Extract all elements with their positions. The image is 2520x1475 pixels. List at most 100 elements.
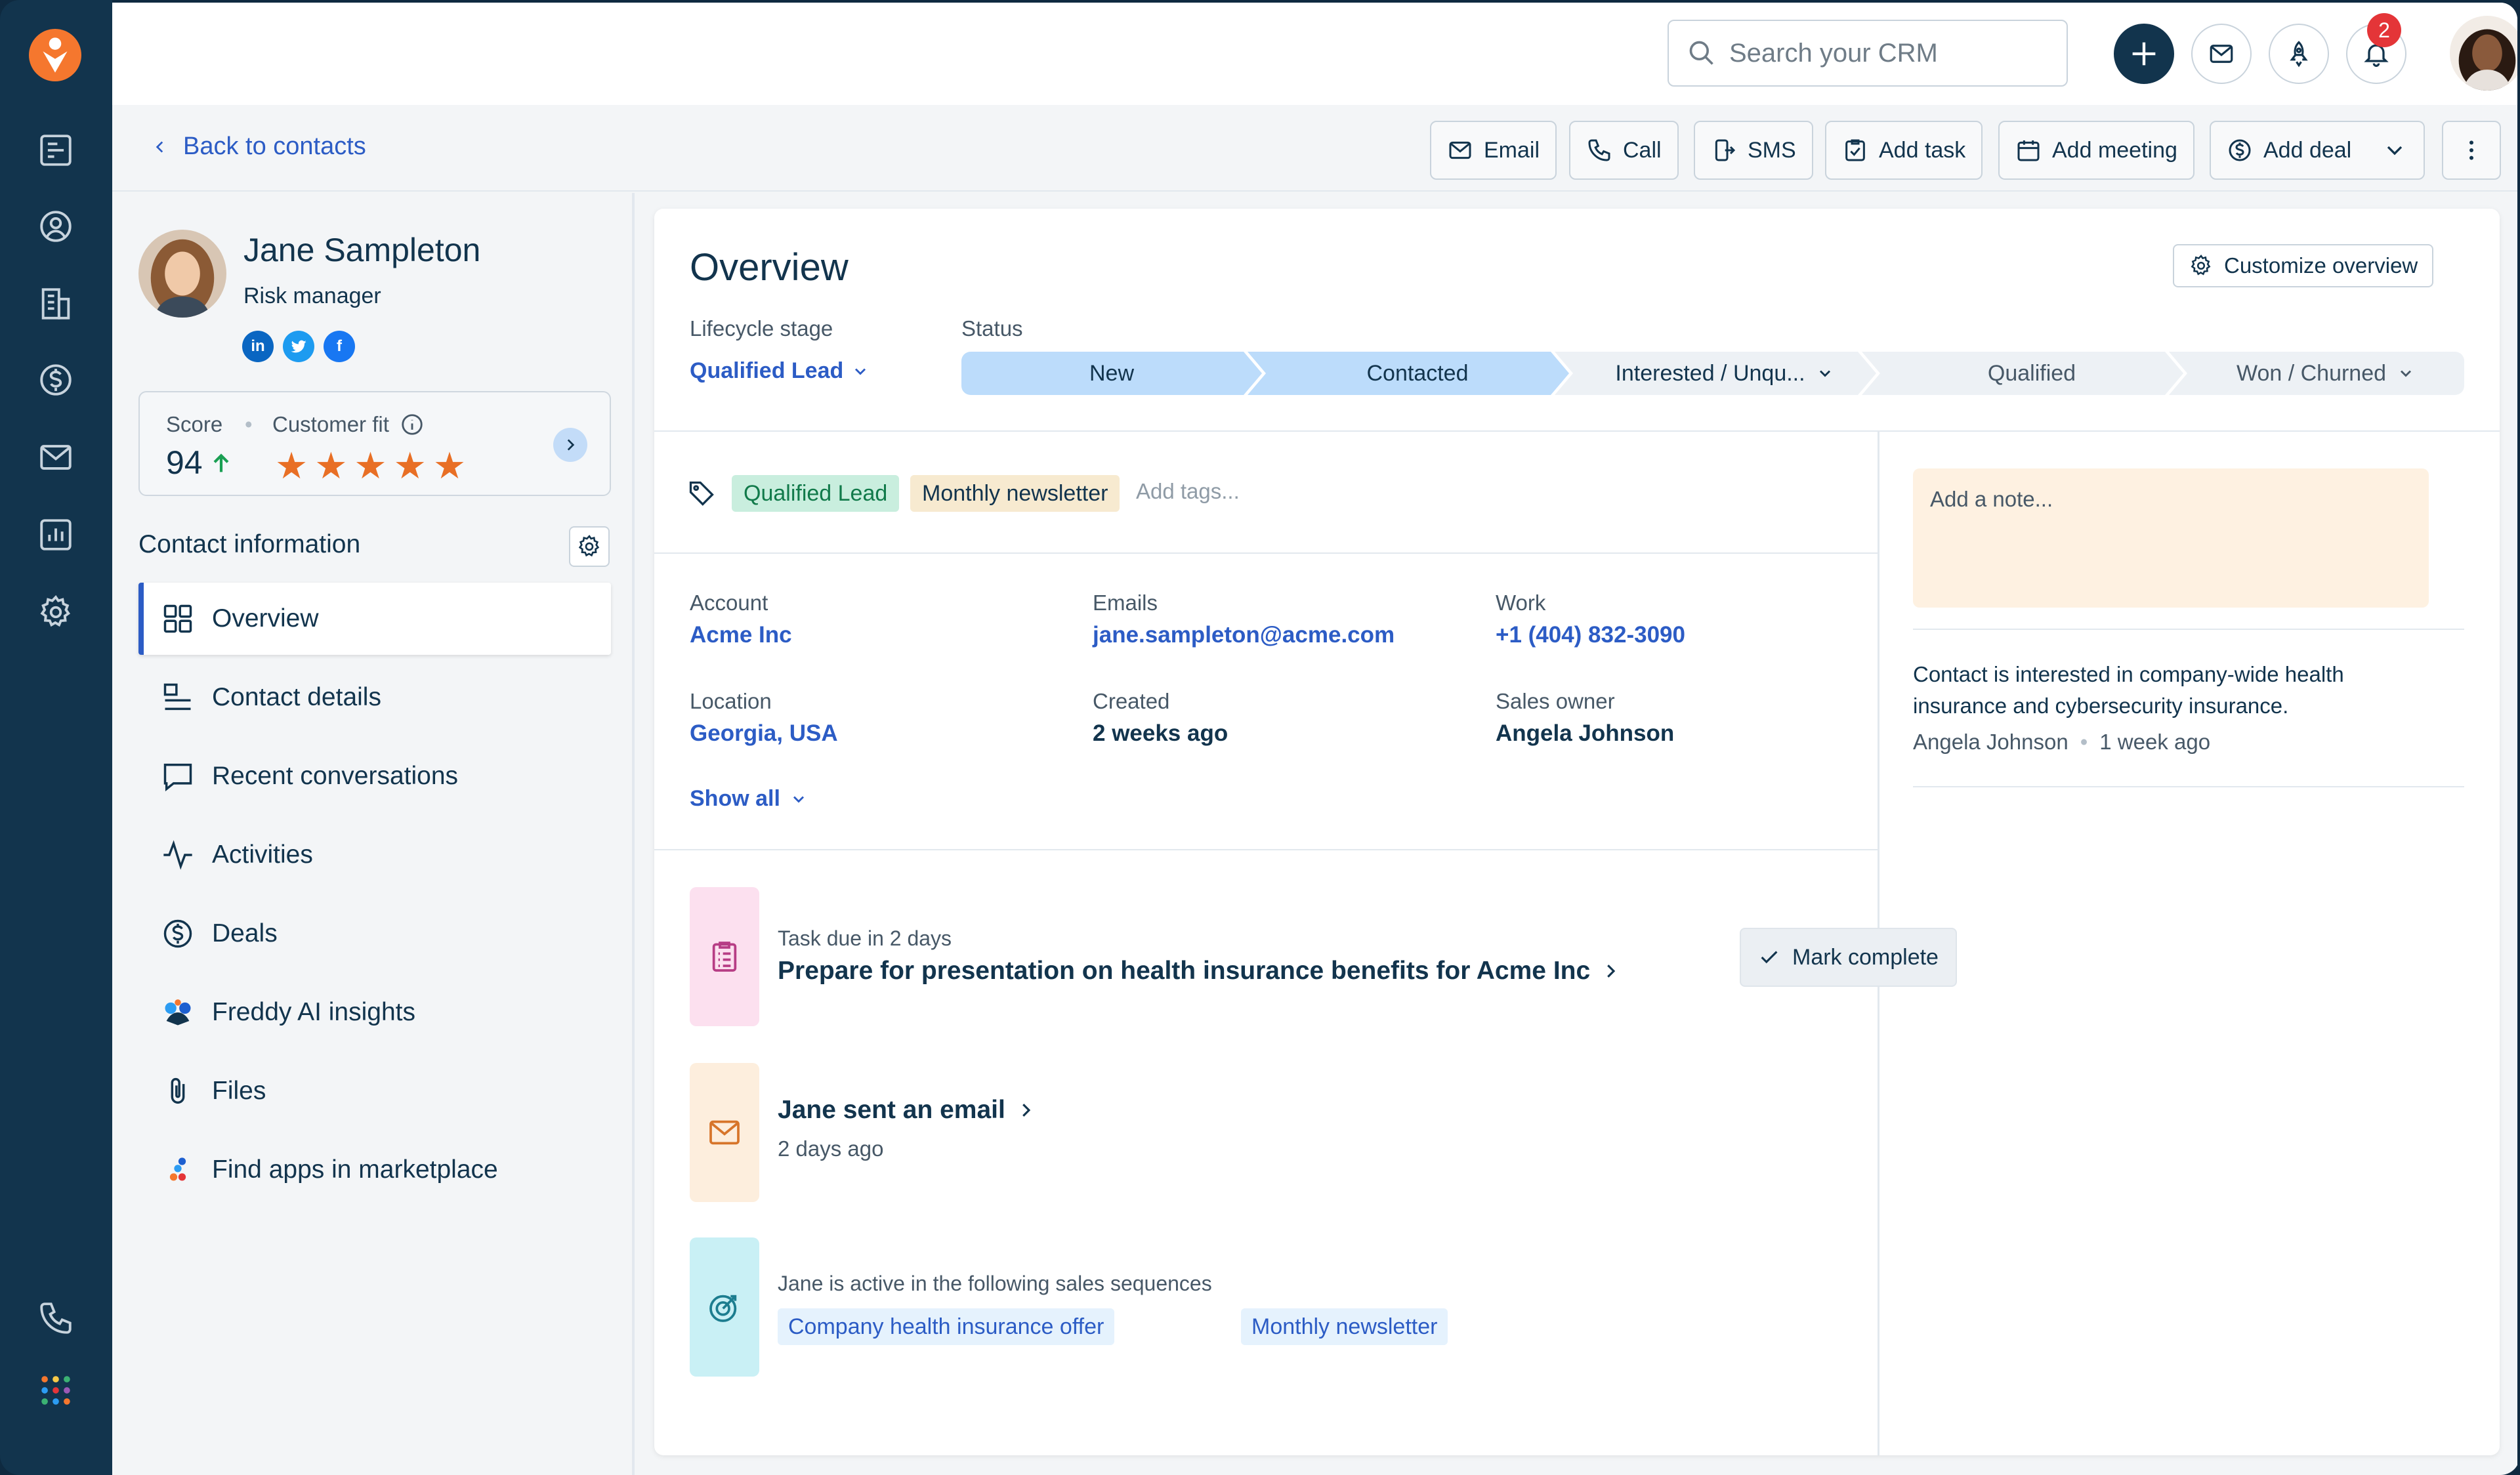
apps-grid-icon[interactable] (33, 1367, 79, 1413)
overview-card: Overview Customize overview Lifecycle st… (654, 209, 2500, 1455)
email-activity-icon-box (690, 1063, 759, 1202)
add-tags-input[interactable]: Add tags... (1136, 479, 1240, 504)
search-placeholder: Search your CRM (1729, 38, 1938, 68)
stage-contacted[interactable]: Contacted (1266, 352, 1569, 395)
mark-complete-button[interactable]: Mark complete (1740, 928, 1957, 987)
sidebar-item-contact-details[interactable]: Contact details (138, 661, 611, 734)
call-button[interactable]: Call (1569, 121, 1679, 180)
freshsales-logo-icon[interactable] (29, 29, 81, 81)
freddy-icon (165, 999, 191, 1026)
action-bar: Back to contacts Email Call SMS Add task… (112, 105, 2517, 192)
checkmark-icon (1761, 951, 1778, 964)
add-deal-dropdown-button[interactable] (2366, 121, 2425, 180)
twitter-icon[interactable] (283, 331, 314, 362)
tag-qualified-lead[interactable]: Qualified Lead (732, 475, 900, 512)
show-all-toggle[interactable]: Show all (690, 786, 808, 812)
sequence-activity-icon-box (690, 1237, 759, 1377)
account-link[interactable]: Acme Inc (690, 622, 792, 648)
tag-icon (689, 481, 714, 506)
tag-monthly-newsletter[interactable]: Monthly newsletter (910, 475, 1120, 512)
stage-label: Interested / Unqu... (1615, 360, 1805, 386)
location-link[interactable]: Georgia, USA (690, 720, 838, 747)
settings-icon[interactable] (33, 589, 79, 635)
lifecycle-stage-dropdown[interactable]: Qualified Lead (690, 358, 870, 384)
contacts-icon[interactable] (33, 203, 79, 249)
sidebar-item-label: Activities (212, 841, 313, 869)
sidebar-item-deals[interactable]: Deals (138, 898, 611, 970)
envelope-icon (1449, 141, 1471, 159)
reports-icon[interactable] (33, 512, 79, 558)
email-activity-link[interactable]: Jane sent an email (778, 1096, 1036, 1125)
sidebar-item-freddy-ai-insights[interactable]: Freddy AI insights (138, 976, 611, 1049)
deals-icon[interactable] (33, 357, 79, 403)
divider (654, 552, 1878, 554)
divider (654, 849, 1878, 850)
facebook-icon[interactable]: f (324, 331, 355, 362)
add-meeting-label: Add meeting (2052, 137, 2177, 163)
dashboard-icon[interactable] (33, 127, 79, 173)
create-button[interactable] (2114, 24, 2174, 84)
search-icon (1689, 41, 1713, 65)
add-note-input[interactable]: Add a note... (1913, 468, 2429, 608)
add-task-label: Add task (1879, 137, 1966, 163)
whats-new-button[interactable] (2269, 24, 2329, 84)
status-label: Status (961, 316, 1023, 341)
email-shortcut-button[interactable] (2191, 24, 2252, 84)
star-icon: ★ (393, 445, 427, 486)
phone-icon[interactable] (33, 1295, 79, 1341)
more-actions-button[interactable] (2442, 121, 2501, 180)
accounts-icon[interactable] (33, 281, 79, 327)
score-details-button[interactable] (553, 428, 587, 462)
sequence-company-health-insurance[interactable]: Company health insurance offer (778, 1308, 1115, 1345)
task-title-link[interactable]: Prepare for presentation on health insur… (778, 957, 1620, 986)
sidebar-item-label: Deals (212, 919, 278, 947)
customize-overview-button[interactable]: Customize overview (2173, 244, 2434, 287)
sidebar-item-recent-conversations[interactable]: Recent conversations (138, 740, 611, 812)
note-text: Contact is interested in company-wide he… (1913, 662, 2344, 718)
chevron-down-icon (1819, 370, 1830, 377)
contact-role: Risk manager (243, 283, 381, 308)
task-activity-icon-box (690, 887, 759, 1026)
phone-icon (1588, 139, 1610, 161)
account-label: Account (690, 591, 768, 615)
email-button[interactable]: Email (1430, 121, 1557, 180)
sms-button[interactable]: SMS (1694, 121, 1813, 180)
stage-label: Qualified (1987, 360, 2076, 386)
customize-overview-label: Customize overview (2224, 253, 2418, 278)
chevron-right-icon (567, 439, 575, 451)
add-meeting-button[interactable]: Add meeting (1998, 121, 2194, 180)
stage-qualified[interactable]: Qualified (1880, 352, 2183, 395)
chat-icon (163, 763, 192, 792)
sequence-label: Company health insurance offer (788, 1314, 1104, 1339)
chevron-left-icon (156, 140, 163, 153)
dollar-circle-icon (2229, 139, 2251, 161)
inbox-icon[interactable] (33, 434, 79, 480)
work-phone-link[interactable]: +1 (404) 832-3090 (1496, 622, 1685, 648)
sequence-monthly-newsletter[interactable]: Monthly newsletter (1241, 1308, 1448, 1345)
divider (654, 430, 2500, 432)
sidebar-item-activities[interactable]: Activities (138, 819, 611, 891)
chevron-down-icon (2387, 146, 2403, 156)
sidebar-item-marketplace[interactable]: Find apps in marketplace (138, 1134, 611, 1206)
add-deal-button[interactable]: Add deal (2210, 121, 2369, 180)
star-icon: ★ (432, 445, 467, 486)
back-to-contacts-link[interactable]: Back to contacts (152, 133, 366, 161)
contact-info-settings-button[interactable] (569, 526, 610, 567)
grid-icon (163, 604, 192, 633)
chevron-down-icon (793, 795, 804, 803)
stage-interested[interactable]: Interested / Unqu... (1573, 352, 1876, 395)
info-icon[interactable] (400, 412, 425, 437)
stage-label: Contacted (1366, 360, 1469, 386)
sidebar-item-label: Files (212, 1077, 266, 1105)
linkedin-icon[interactable]: in (242, 331, 274, 362)
stage-new[interactable]: New (961, 352, 1262, 395)
search-input[interactable]: Search your CRM (1668, 20, 2068, 87)
email-link[interactable]: jane.sampleton@acme.com (1093, 622, 1395, 648)
chevron-right-icon (1607, 965, 1616, 978)
sidebar-item-overview[interactable]: Overview (138, 583, 611, 655)
stage-won-churned[interactable]: Won / Churned (2187, 352, 2464, 395)
sidebar-item-files[interactable]: Files (138, 1055, 611, 1127)
add-task-button[interactable]: Add task (1825, 121, 1983, 180)
contact-avatar (138, 230, 226, 318)
user-avatar[interactable] (2450, 16, 2517, 91)
